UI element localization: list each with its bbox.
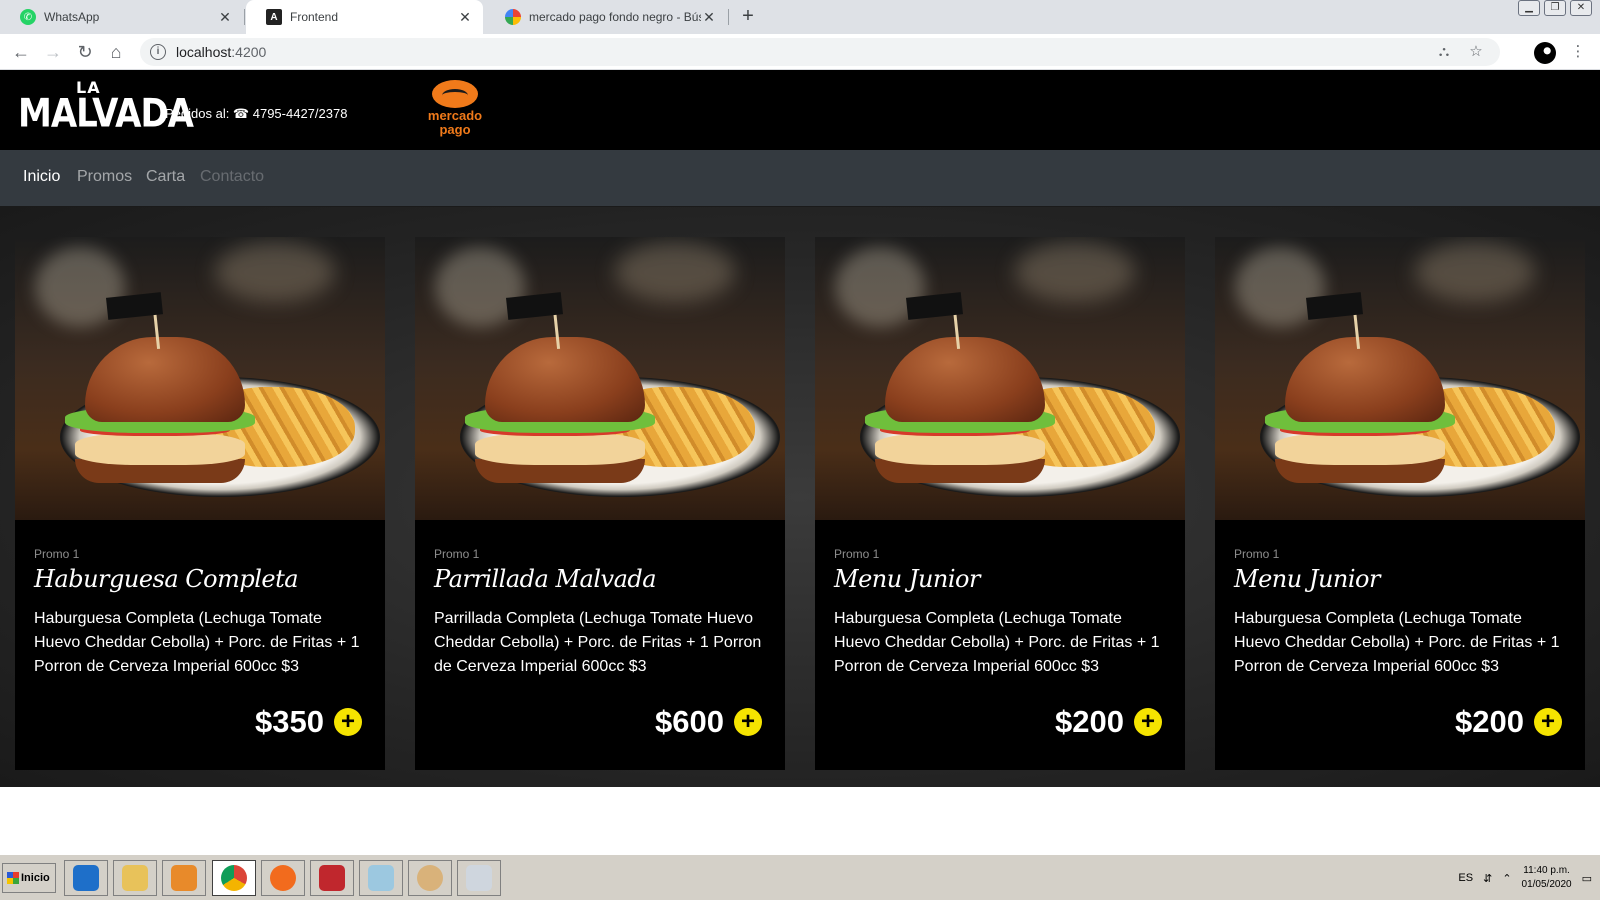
card-title: Menu Junior [834,565,980,593]
taskbar-snipping[interactable] [457,860,501,896]
taskbar-media[interactable] [162,860,206,896]
card-price: $200 [1455,704,1524,739]
tab-divider [244,9,245,25]
burger-photo [15,237,385,520]
forward-icon[interactable]: → [41,40,65,64]
taskbar-app-notes[interactable] [359,860,403,896]
nav-inicio[interactable]: Inicio [23,168,60,186]
start-button[interactable]: Inicio [2,863,56,893]
profile-avatar[interactable] [1534,42,1556,64]
card-title: Haburguesa Completa [34,565,299,593]
card-kicker: Promo 1 [834,547,880,561]
close-tab-icon[interactable]: ✕ [701,9,717,26]
phone-orders: Pedidos al: ☎ 4795-4427/2378 [165,106,348,121]
show-desktop-icon[interactable]: ▭ [1582,872,1592,885]
promo-card: Promo 1 Menu Junior Haburguesa Completa … [815,237,1185,770]
clock[interactable]: 11:40 p.m. 01/05/2020 [1522,864,1572,892]
card-price: $200 [1055,704,1124,739]
card-title: Menu Junior [1234,565,1380,593]
restore-button[interactable]: ❐ [1544,0,1566,16]
close-window-button[interactable]: ✕ [1570,0,1592,16]
burger-photo [815,237,1185,520]
card-description: Parrillada Completa (Lechuga Tomate Huev… [434,610,762,675]
taskbar-explorer[interactable] [113,860,157,896]
window-controls: ▁ ❐ ✕ [1518,0,1592,16]
add-to-cart-button[interactable]: + [1534,708,1562,736]
vscode-icon [73,865,99,891]
taskbar-app-red[interactable] [310,860,354,896]
language-indicator[interactable]: ES [1458,872,1473,884]
angular-icon: A [266,9,282,25]
card-description: Haburguesa Completa (Lechuga Tomate Huev… [1234,610,1560,675]
nav-carta[interactable]: Carta [146,168,185,186]
tab-title: WhatsApp [44,10,100,24]
card-description: Haburguesa Completa (Lechuga Tomate Huev… [34,610,360,675]
media-player-icon [171,865,197,891]
translate-icon[interactable]: ⛬ [1432,40,1456,64]
url-host: localhost [176,44,232,60]
network-icon[interactable]: ⇵ [1483,872,1492,885]
card-title: Parrillada Malvada [434,565,657,593]
add-to-cart-button[interactable]: + [734,708,762,736]
tab-divider [728,9,729,25]
promo-card: Promo 1 Parrillada Malvada Parrillada Co… [415,237,785,770]
promo-card: Promo 1 Haburguesa Completa Haburguesa C… [15,237,385,770]
browser-tabstrip: ✆ WhatsApp ✕ A Frontend ✕ mercado pago f… [0,0,1600,34]
taskbar-vscode[interactable] [64,860,108,896]
scissors-icon [466,865,492,891]
promo-card: Promo 1 Menu Junior Haburguesa Completa … [1215,237,1585,770]
mercado-pago-line-2: pago [439,122,471,137]
card-kicker: Promo 1 [434,547,480,561]
os-taskbar: Inicio ES ⇵ ⌃ 11:40 p.m. 01/05/2020 ▭ [0,854,1600,900]
add-to-cart-button[interactable]: + [334,708,362,736]
google-icon [505,9,521,25]
taskbar-paint[interactable] [408,860,452,896]
burger-photo [1215,237,1585,520]
url-port: :4200 [231,44,267,60]
system-tray: ES ⇵ ⌃ 11:40 p.m. 01/05/2020 ▭ [1458,859,1600,897]
notepad-icon [368,865,394,891]
chrome-icon [221,865,247,891]
folder-icon [122,865,148,891]
presentation-icon [319,865,345,891]
taskbar-app-orange[interactable] [261,860,305,896]
tab-title: mercado pago fondo negro - Búsqu [529,10,701,24]
close-tab-icon[interactable]: ✕ [217,9,233,26]
palette-icon [417,865,443,891]
main-navbar: Inicio Promos Carta Contacto [0,150,1600,207]
handshake-icon [432,80,478,108]
clock-date: 01/05/2020 [1521,879,1572,890]
home-icon[interactable]: ⌂ [104,40,128,64]
card-price: $600 [655,704,724,739]
close-tab-icon[interactable]: ✕ [457,9,473,26]
menu-kebab-icon[interactable]: ⋮ [1566,40,1590,64]
tab-frontend[interactable]: A Frontend ✕ [246,0,483,34]
browser-toolbar: ← → ↻ ⌂ i localhost:4200 ⛬ ☆ ⋮ [0,34,1600,70]
new-tab-button[interactable]: + [736,5,760,29]
card-kicker: Promo 1 [1234,547,1280,561]
burger-photo [415,237,785,520]
add-to-cart-button[interactable]: + [1134,708,1162,736]
address-bar[interactable]: i localhost:4200 [140,38,1500,66]
bookmark-star-icon[interactable]: ☆ [1464,40,1488,64]
tab-whatsapp[interactable]: ✆ WhatsApp ✕ [0,0,243,34]
tab-title: Frontend [290,10,339,24]
brush-icon [270,865,296,891]
nav-contacto[interactable]: Contacto [200,168,264,186]
mercado-pago-line-1: mercado [427,108,483,123]
site-info-icon[interactable]: i [150,44,166,60]
clock-time: 11:40 p.m. [1523,865,1570,876]
reload-icon[interactable]: ↻ [73,40,97,64]
mercado-pago-logo: mercado pago [420,80,490,136]
tray-expand-icon[interactable]: ⌃ [1502,872,1511,885]
tab-google-search[interactable]: mercado pago fondo negro - Búsqu ✕ [485,0,727,34]
back-icon[interactable]: ← [9,40,33,64]
nav-promos[interactable]: Promos [77,168,132,186]
taskbar-chrome[interactable] [212,860,256,896]
card-price: $350 [255,704,324,739]
card-kicker: Promo 1 [34,547,80,561]
whatsapp-icon: ✆ [20,9,36,25]
card-description: Haburguesa Completa (Lechuga Tomate Huev… [834,610,1160,675]
minimize-button[interactable]: ▁ [1518,0,1540,16]
